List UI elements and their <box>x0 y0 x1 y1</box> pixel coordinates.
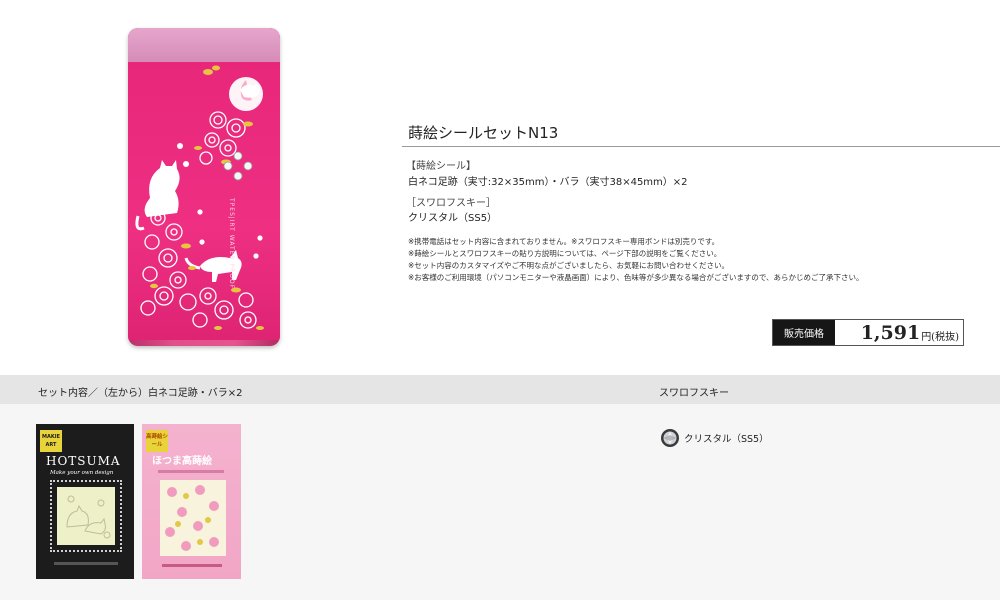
crystal-icon <box>661 429 679 447</box>
package-hotsuma-rose: 高蒔絵シール ほつま高蒔絵 <box>142 424 241 579</box>
note-line: ※セット内容のカスタマイズやご不明な点がございましたら、お気軽にお問い合わせくだ… <box>408 261 730 270</box>
sticker-frame <box>50 480 122 552</box>
price-number: 1,591 <box>860 321 921 344</box>
package-footer-text <box>162 564 222 567</box>
swarovski-label: スワロフスキー <box>659 388 729 399</box>
package-title: ほつま高蒔絵 <box>152 456 212 467</box>
cat-sticker-graphic <box>66 495 111 539</box>
sticker-sheet <box>57 487 115 545</box>
section-makie-body: 白ネコ足跡（実寸:32×35mm）・バラ（実寸38×45mm）×2 <box>408 177 688 188</box>
notes-block: ※携帯電話はセット内容に含まれておりません。※スワロフスキー専用ボンドは別売りで… <box>408 236 864 284</box>
makie-decoration <box>135 65 264 330</box>
price-unit: 円(税抜) <box>921 331 959 343</box>
section-swarovski-body: クリスタル（SS5） <box>408 213 498 224</box>
note-line: ※蒔絵シールとスワロフスキーの貼り方説明については、ページ下部の説明をご覧くださ… <box>408 249 722 258</box>
sticker-sheet <box>160 480 226 556</box>
phone-side-text: TPESJIRT WATER PROOF <box>228 198 235 290</box>
product-image-phone: TPESJIRT WATER PROOF <box>128 28 280 346</box>
note-line: ※お客様のご利用環境（パソコンモニターや液晶画面）により、色味等が多少異なる場合… <box>408 273 864 282</box>
set-contents-label: セット内容／（左から）白ネコ足跡・バラ×2 <box>38 388 243 399</box>
crystal-item: クリスタル（SS5） <box>660 428 769 448</box>
price-box: 販売価格 1,591 円(税抜) <box>772 319 964 346</box>
package-footer-text <box>54 562 118 565</box>
section-swarovski-heading: ［スワロフスキー］ <box>406 198 496 209</box>
crystal-label: クリスタル（SS5） <box>684 434 769 445</box>
package-badge: 高蒔絵シール <box>146 430 168 452</box>
note-line: ※携帯電話はセット内容に含まれておりません。※スワロフスキー専用ボンドは別売りで… <box>408 237 720 246</box>
rose-sticker-graphic <box>165 485 219 551</box>
package-tagline: Make your own design <box>50 470 114 476</box>
package-hotsuma-cat: MAKIE ART HOTSUMA Make your own design <box>36 424 134 579</box>
package-badge: MAKIE ART <box>40 430 62 452</box>
product-title: 蒔絵シールセットN13 <box>408 124 559 142</box>
section-makie-heading: 【蒔絵シール】 <box>406 161 476 172</box>
title-divider <box>402 146 1000 147</box>
package-caption <box>158 470 224 473</box>
package-brand: HOTSUMA <box>46 454 121 468</box>
price-value-area: 1,591 円(税抜) <box>835 320 963 345</box>
price-label: 販売価格 <box>773 320 835 345</box>
